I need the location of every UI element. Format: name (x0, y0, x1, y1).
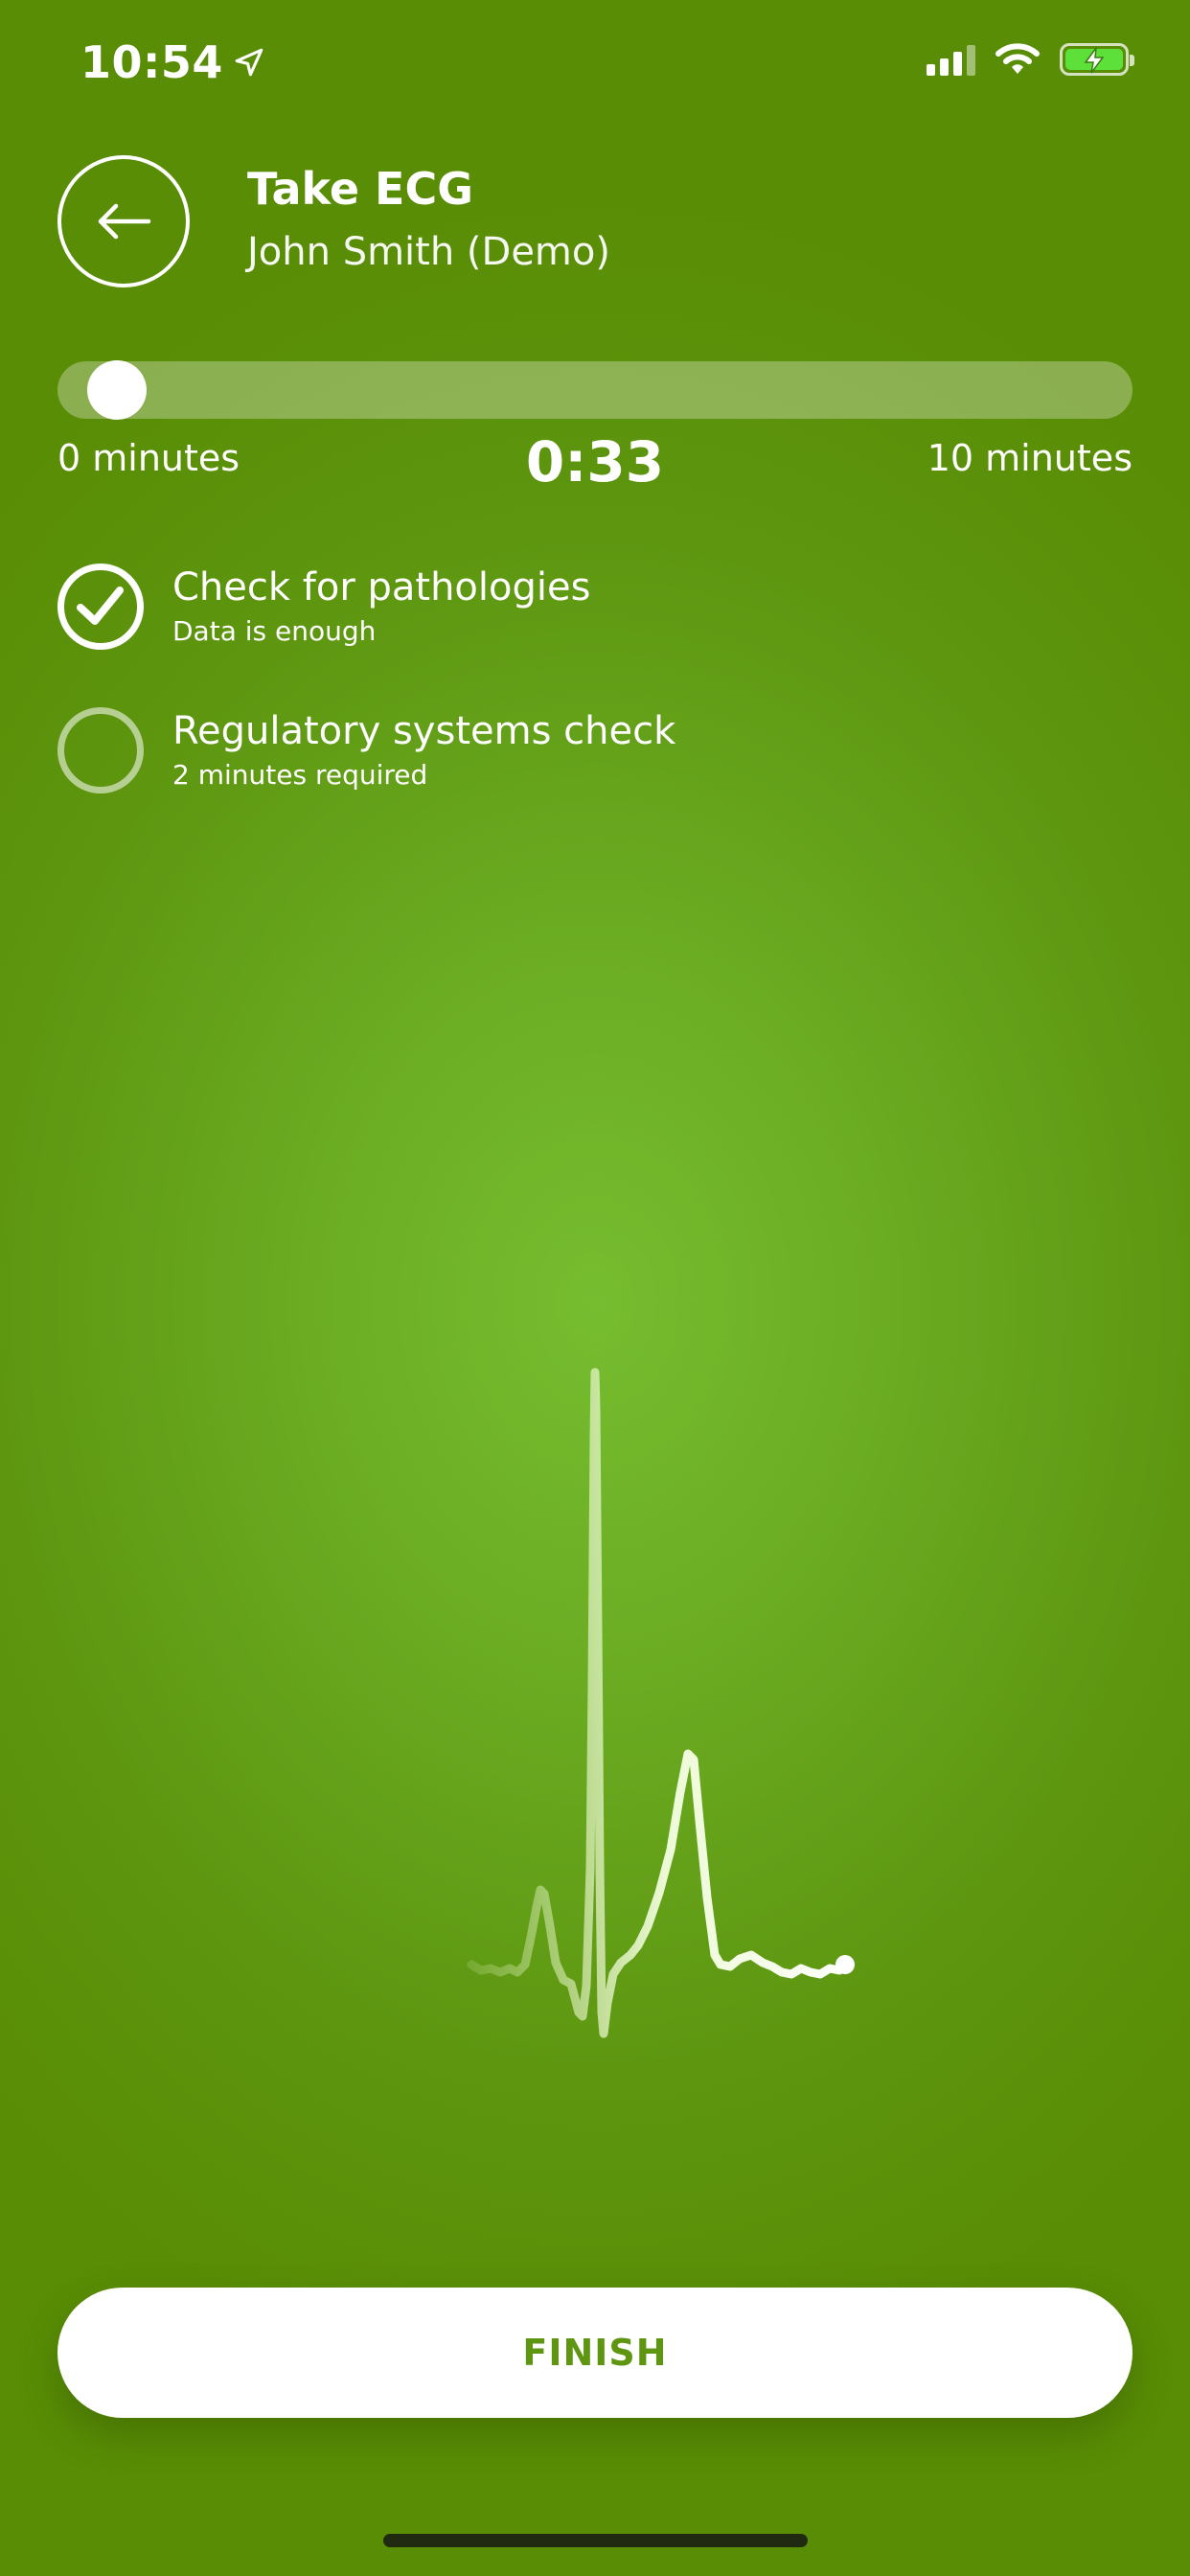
finish-button[interactable]: FINISH (57, 2288, 1133, 2418)
home-indicator (383, 2534, 808, 2547)
ecg-waveform (467, 1368, 855, 2038)
ecg-trace (467, 1368, 850, 2038)
ecg-screen: 10:54 Take ECG John Smith (Demo) 0 minut… (0, 0, 1190, 2576)
ecg-cursor-dot (835, 1955, 855, 1974)
